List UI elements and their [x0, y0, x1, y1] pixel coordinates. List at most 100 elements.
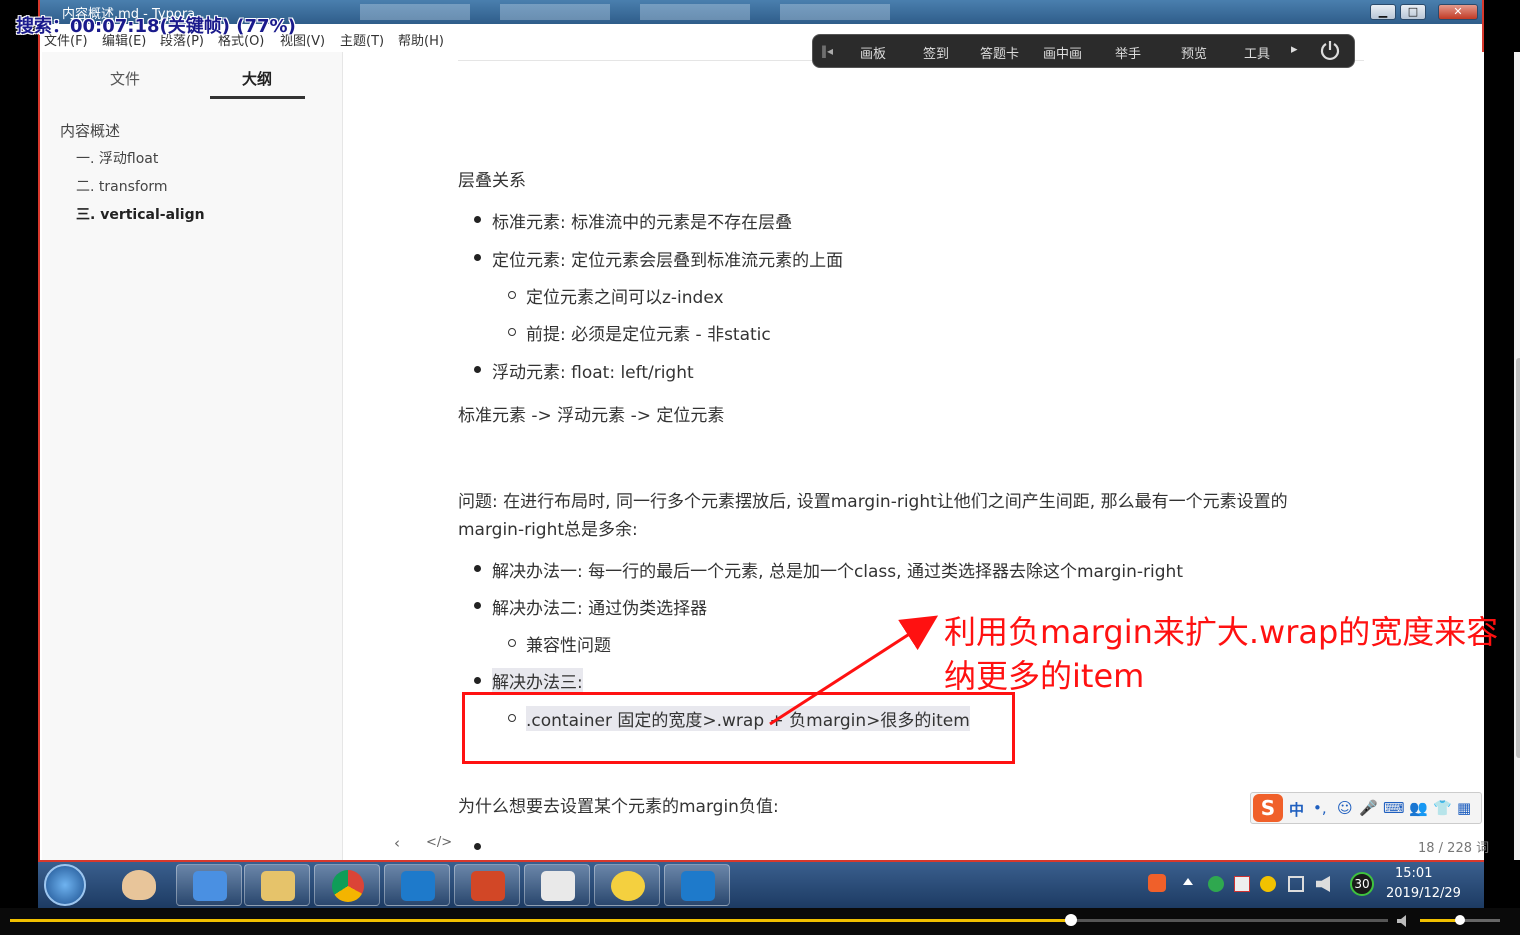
- taskbar-avatar-app[interactable]: [106, 864, 172, 906]
- tray-green-icon[interactable]: [1208, 876, 1224, 892]
- taskbar-app-vscode[interactable]: [384, 864, 450, 906]
- close-button[interactable]: ✕: [1438, 4, 1478, 20]
- outline-item-transform[interactable]: 二. transform: [76, 176, 168, 196]
- volume-fill: [1420, 919, 1460, 922]
- taskbar-app-powerpoint[interactable]: [454, 864, 520, 906]
- tray-expand-icon[interactable]: [1183, 878, 1193, 885]
- tray-sogou-icon[interactable]: [1148, 874, 1166, 892]
- progress-fill: [10, 919, 1072, 922]
- toolbar-checkin[interactable]: 签到: [923, 43, 949, 62]
- list-item-selected: 解决办法三:: [492, 668, 583, 693]
- chrome-icon: [332, 870, 364, 902]
- taskbar: 30 15:01 2019/12/29: [38, 862, 1484, 908]
- sub-bullet: [508, 328, 516, 336]
- search-status-overlay: 搜索：00:07:18(关键帧) (77%): [16, 16, 296, 37]
- scrollbar[interactable]: [1514, 52, 1520, 860]
- scroll-thumb[interactable]: [1516, 358, 1520, 758]
- paragraph: 问题: 在进行布局时, 同一行多个元素摆放后, 设置margin-right让他…: [458, 492, 1288, 512]
- ime-toolbar: S 中 •, ☺ 🎤 ⌨ 👥 👕 ▦: [1250, 792, 1482, 824]
- volume-track[interactable]: [1420, 915, 1500, 925]
- progress-track[interactable]: [10, 914, 1388, 926]
- notes-icon: [611, 871, 645, 901]
- classroom-toolbar: ‖◂ 画板 签到 答题卡 画中画 举手 预览 工具 ▸: [812, 34, 1355, 68]
- sub-bullet: [508, 639, 516, 647]
- taskbar-app-explorer[interactable]: [244, 864, 310, 906]
- bullet: [474, 366, 481, 373]
- toolbar-grip-icon[interactable]: ‖◂: [821, 44, 833, 58]
- user-icon[interactable]: 👥: [1409, 799, 1428, 817]
- paragraph: 标准元素 -> 浮动元素 -> 定位元素: [458, 406, 725, 426]
- taskbar-app-typora[interactable]: [524, 864, 590, 906]
- toolbar-answer-card[interactable]: 答题卡: [980, 43, 1019, 62]
- background-windows: [360, 4, 920, 20]
- list-item: 浮动元素: float: left/right: [492, 363, 694, 383]
- chinese-mode-icon[interactable]: 中: [1289, 799, 1304, 820]
- bullet: [474, 602, 481, 609]
- taskbar-app-player[interactable]: [176, 864, 242, 906]
- toolbar-picture-in-picture[interactable]: 画中画: [1043, 43, 1082, 62]
- paragraph: 为什么想要去设置某个元素的margin负值:: [458, 797, 779, 817]
- list-item: 前提: 必须是定位元素 - 非static: [526, 325, 771, 345]
- bullet: [474, 843, 481, 850]
- taskbar-app-vscode-2[interactable]: [664, 864, 730, 906]
- skin-icon[interactable]: 👕: [1433, 799, 1452, 817]
- tray-network-icon[interactable]: [1288, 876, 1304, 892]
- bullet: [474, 677, 481, 684]
- toolbar-preview[interactable]: 预览: [1181, 43, 1207, 62]
- word-count[interactable]: 18 / 228 词: [1418, 837, 1489, 856]
- menu-help[interactable]: 帮助(H): [398, 30, 444, 49]
- tray-flag-icon[interactable]: [1234, 876, 1250, 892]
- source-code-icon[interactable]: </>: [426, 835, 452, 850]
- maximize-button[interactable]: □: [1400, 4, 1426, 20]
- sogou-logo-icon[interactable]: S: [1253, 794, 1283, 822]
- volume-icon[interactable]: [1396, 914, 1412, 928]
- minimize-button[interactable]: ▁: [1370, 4, 1396, 20]
- bullet: [474, 565, 481, 572]
- progress-knob[interactable]: [1065, 914, 1078, 926]
- toolbar-tools[interactable]: 工具: [1244, 43, 1270, 62]
- video-player-bar: [0, 908, 1520, 935]
- tray-plus-icon[interactable]: [1260, 876, 1276, 892]
- punctuation-icon[interactable]: •,: [1313, 799, 1327, 817]
- toolbar-raise-hand[interactable]: 举手: [1115, 43, 1141, 62]
- typora-icon: [541, 871, 575, 901]
- emoji-icon[interactable]: ☺: [1337, 799, 1353, 817]
- list-item: 解决办法一: 每一行的最后一个元素, 总是加一个class, 通过类选择器去除这…: [492, 562, 1183, 582]
- play-icon: [193, 871, 227, 901]
- bullet: [474, 216, 481, 223]
- toolbar-whiteboard[interactable]: 画板: [860, 43, 886, 62]
- volume-knob[interactable]: [1455, 915, 1465, 925]
- clock-date[interactable]: 2019/12/29: [1386, 886, 1461, 901]
- paragraph: margin-right总是多余:: [458, 520, 638, 540]
- outline-item-vertical-align[interactable]: 三. vertical-align: [76, 204, 205, 224]
- bullet: [474, 254, 481, 261]
- vscode-icon: [681, 871, 715, 901]
- taskbar-app-chrome[interactable]: [314, 864, 380, 906]
- clock-time[interactable]: 15:01: [1395, 866, 1432, 881]
- outline-item-root[interactable]: 内容概述: [60, 120, 120, 141]
- list-item: 兼容性问题: [526, 636, 611, 656]
- menu-theme[interactable]: 主题(T): [340, 30, 384, 49]
- grid-icon[interactable]: ▦: [1457, 799, 1471, 817]
- tab-files[interactable]: 文件: [110, 68, 140, 89]
- vscode-icon: [401, 871, 435, 901]
- microphone-icon[interactable]: 🎤: [1359, 799, 1378, 817]
- outline-item-float[interactable]: 一. 浮动float: [76, 148, 158, 168]
- list-item: 解决办法二: 通过伪类选择器: [492, 599, 708, 619]
- toolbar-arrow-icon[interactable]: ▸: [1291, 42, 1298, 57]
- folder-icon: [261, 871, 295, 901]
- keyboard-icon[interactable]: ⌨: [1383, 799, 1405, 817]
- section-heading: 层叠关系: [458, 171, 526, 191]
- back-arrow-icon[interactable]: ‹: [394, 834, 400, 852]
- power-icon[interactable]: [1319, 39, 1341, 61]
- powerpoint-icon: [471, 871, 505, 901]
- list-item: 标准元素: 标准流中的元素是不存在层叠: [492, 213, 793, 233]
- list-item: 定位元素之间可以z-index: [526, 288, 724, 308]
- taskbar-app-notes[interactable]: [594, 864, 660, 906]
- screen: 搜索：00:07:18(关键帧) (77%) 内容概述.md - Typora …: [0, 0, 1520, 935]
- tray-volume-icon[interactable]: [1316, 876, 1330, 892]
- tab-outline[interactable]: 大纲: [242, 68, 272, 89]
- tray-badge[interactable]: 30: [1350, 872, 1374, 896]
- active-tab-indicator: [210, 96, 305, 99]
- start-button[interactable]: [44, 864, 86, 906]
